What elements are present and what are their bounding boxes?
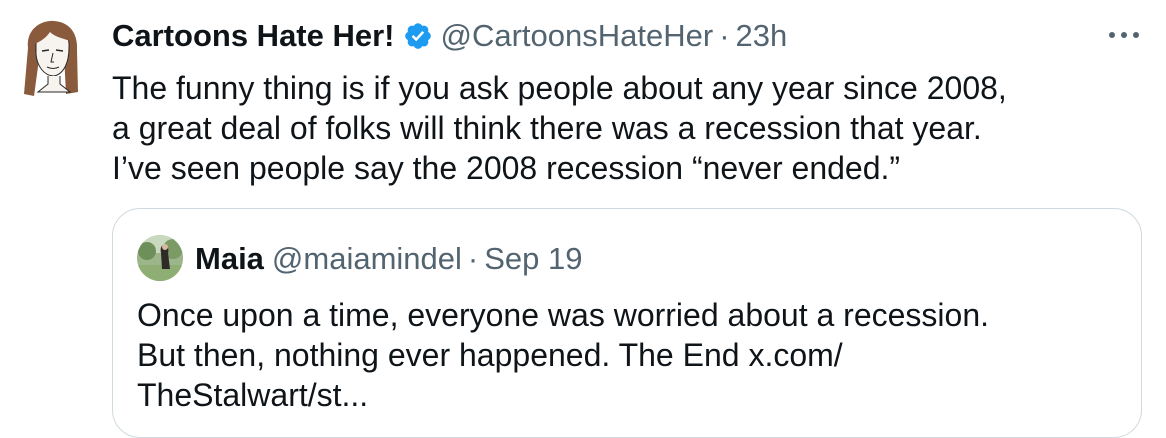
quoted-tweet[interactable]: Maia @maiamindel · Sep 19 Once upon a ti… bbox=[112, 208, 1142, 438]
tweet-timestamp[interactable]: 23h bbox=[736, 18, 788, 54]
tweet-text-line: I’ve seen people say the 2008 recession … bbox=[112, 150, 901, 186]
quoted-text-line: But then, nothing ever happened. The End… bbox=[137, 335, 1127, 375]
quoted-tweet-header: Maia @maiamindel · Sep 19 bbox=[195, 237, 583, 281]
more-options-icon[interactable] bbox=[1100, 20, 1148, 50]
quoted-text-line: TheStalwart/st... bbox=[137, 375, 1127, 415]
more-dot bbox=[1121, 32, 1127, 38]
quoted-text-line: Once upon a time, everyone was worried a… bbox=[137, 297, 990, 333]
quoted-avatar-photo bbox=[137, 235, 183, 281]
more-dot bbox=[1109, 32, 1115, 38]
author-handle[interactable]: @CartoonsHateHer bbox=[441, 18, 714, 54]
verified-badge-icon bbox=[403, 21, 433, 51]
quoted-header-separator: · bbox=[467, 241, 479, 276]
quoted-author-avatar[interactable] bbox=[137, 235, 183, 281]
quoted-author-handle[interactable]: @maiamindel bbox=[272, 241, 462, 277]
more-dot bbox=[1133, 32, 1139, 38]
author-avatar[interactable] bbox=[20, 18, 82, 98]
tweet: Cartoons Hate Her! @CartoonsHateHer · 23… bbox=[0, 0, 1166, 438]
quoted-tweet-text: Once upon a time, everyone was worried a… bbox=[137, 295, 1127, 415]
quoted-link-continuation[interactable]: TheStalwart/st... bbox=[137, 377, 368, 413]
header-separator: · bbox=[719, 18, 730, 53]
tweet-text-line: The funny thing is if you ask people abo… bbox=[112, 70, 1007, 106]
author-name[interactable]: Cartoons Hate Her! bbox=[112, 18, 395, 54]
quoted-text-fragment: But then, nothing ever happened. The End bbox=[137, 337, 749, 373]
tweet-text-line: a great deal of folks will think there w… bbox=[112, 110, 982, 146]
avatar-illustration bbox=[20, 18, 82, 98]
quoted-tweet-timestamp[interactable]: Sep 19 bbox=[484, 241, 582, 277]
tweet-text: The funny thing is if you ask people abo… bbox=[112, 68, 1152, 188]
quoted-author-name[interactable]: Maia bbox=[195, 241, 264, 277]
quoted-link[interactable]: x.com/ bbox=[748, 337, 842, 373]
tweet-header: Cartoons Hate Her! @CartoonsHateHer · 23… bbox=[112, 14, 787, 58]
